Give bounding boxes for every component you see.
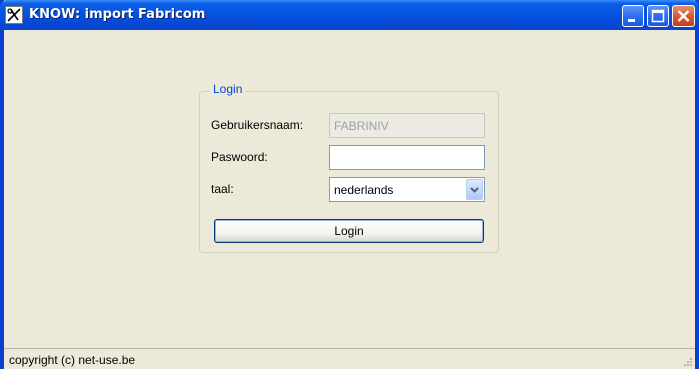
login-group-legend: Login xyxy=(210,82,246,96)
username-label: Gebruikersnaam: xyxy=(211,118,304,132)
password-label: Paswoord: xyxy=(211,150,268,164)
username-field[interactable] xyxy=(329,113,485,138)
login-button[interactable]: Login xyxy=(214,219,484,243)
language-select[interactable]: nederlands xyxy=(329,177,485,202)
status-bar: copyright (c) net-use.be xyxy=(4,348,695,369)
maximize-icon xyxy=(651,9,665,23)
window-title: KNOW: import Fabricom xyxy=(29,7,206,22)
password-field[interactable] xyxy=(329,145,485,170)
language-selected-value: nederlands xyxy=(334,183,394,197)
language-label: taal: xyxy=(211,182,234,196)
maximize-button[interactable] xyxy=(647,5,669,27)
main-window: KNOW: import Fabricom Login Gebruikersna… xyxy=(0,0,699,369)
title-bar[interactable]: KNOW: import Fabricom xyxy=(0,0,699,30)
close-icon xyxy=(677,10,690,22)
resize-grip-icon[interactable] xyxy=(683,357,693,367)
copyright-text: copyright (c) net-use.be xyxy=(9,353,136,367)
close-button[interactable] xyxy=(672,5,695,27)
minimize-button[interactable] xyxy=(622,5,644,27)
dropdown-button[interactable] xyxy=(466,179,483,200)
scissors-app-icon[interactable] xyxy=(5,6,23,24)
minimize-icon xyxy=(628,19,635,22)
chevron-down-icon xyxy=(470,187,479,193)
